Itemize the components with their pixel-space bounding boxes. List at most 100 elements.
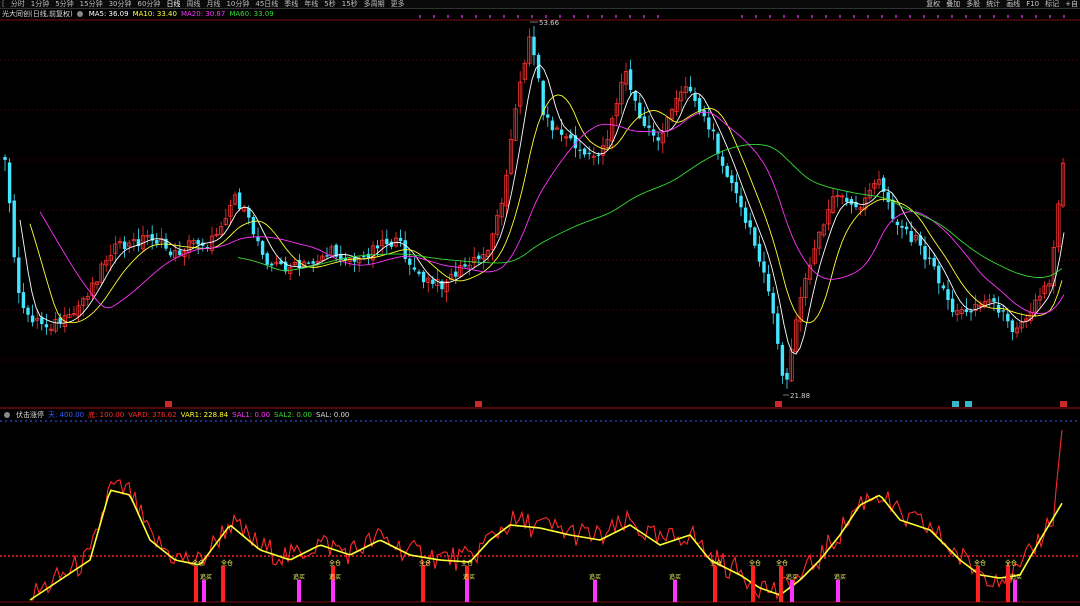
date-marker bbox=[952, 401, 959, 407]
candle-down bbox=[725, 165, 729, 177]
ma60-line bbox=[237, 143, 1063, 278]
candle-down bbox=[693, 93, 697, 102]
signal-label-full: 全仓 bbox=[221, 559, 233, 567]
candle-down bbox=[845, 197, 849, 203]
candle-down bbox=[578, 149, 582, 151]
full-position-bar bbox=[751, 566, 755, 602]
candle-down bbox=[785, 372, 789, 380]
candle-down bbox=[385, 238, 389, 245]
date-marker bbox=[965, 401, 972, 407]
chase-buy-bar bbox=[673, 580, 677, 602]
candle-down bbox=[256, 236, 260, 242]
candle-down bbox=[647, 125, 651, 128]
candle-down bbox=[720, 156, 725, 166]
candle-down bbox=[941, 285, 946, 289]
candle-down bbox=[964, 309, 969, 313]
candle-down bbox=[651, 129, 656, 136]
candle-down bbox=[122, 241, 127, 250]
candle-down bbox=[569, 134, 573, 139]
candle-down bbox=[711, 129, 716, 132]
candle-down bbox=[739, 195, 743, 208]
candle-down bbox=[375, 245, 380, 249]
candle-down bbox=[904, 226, 909, 230]
signal-label-chase: 追买 bbox=[1010, 573, 1022, 581]
full-position-bar bbox=[1006, 566, 1010, 602]
date-marker bbox=[165, 401, 172, 407]
candle-down bbox=[992, 298, 996, 302]
chase-buy-bar bbox=[790, 580, 794, 602]
candle-down bbox=[550, 120, 555, 131]
signal-label-full: 全仓 bbox=[329, 559, 341, 567]
candle-down bbox=[1010, 320, 1015, 333]
candle-down bbox=[628, 69, 633, 90]
candle-down bbox=[260, 241, 265, 255]
vard-line bbox=[30, 429, 1063, 601]
candle-down bbox=[463, 264, 467, 267]
chase-buy-bar bbox=[202, 580, 206, 602]
candle-down bbox=[937, 265, 941, 284]
candle-down bbox=[927, 257, 932, 259]
candle-down bbox=[923, 246, 927, 260]
var1-line bbox=[29, 489, 1063, 601]
candle-down bbox=[950, 298, 955, 313]
chase-buy-bar bbox=[1013, 580, 1017, 602]
low-label: 21.88 bbox=[790, 392, 810, 400]
signal-label-full: 全仓 bbox=[1005, 559, 1017, 567]
candle-down bbox=[412, 267, 417, 270]
candle-down bbox=[716, 133, 720, 154]
candle-down bbox=[546, 114, 550, 118]
signal-label-chase: 追买 bbox=[786, 573, 798, 581]
candle-down bbox=[702, 109, 706, 117]
candle-down bbox=[196, 240, 200, 245]
candle-down bbox=[559, 129, 564, 135]
chase-buy-bar bbox=[331, 580, 335, 602]
candle-down bbox=[408, 258, 412, 265]
candle-down bbox=[265, 253, 269, 265]
candle-down bbox=[325, 255, 329, 257]
kline-chart[interactable]: 53.66 21.88 全仓 全仓 全仓 全仓 全仓 全仓 全仓 全仓 全仓 全仓追买 追买 追买 追买 追… bbox=[0, 0, 1080, 606]
signal-label-full: 全仓 bbox=[974, 559, 986, 567]
chase-buy-bar bbox=[465, 580, 469, 602]
candle-down bbox=[909, 231, 913, 243]
candle-down bbox=[306, 262, 311, 264]
signal-label-chase: 追买 bbox=[329, 573, 341, 581]
candle-down bbox=[417, 271, 421, 274]
candle-down bbox=[753, 227, 757, 246]
candle-down bbox=[155, 240, 159, 244]
candle-down bbox=[178, 250, 182, 256]
signal-label-chase: 追买 bbox=[669, 573, 681, 581]
candle-down bbox=[776, 313, 780, 344]
candle-down bbox=[362, 256, 366, 258]
chase-buy-bar bbox=[836, 580, 840, 602]
candle-down bbox=[766, 273, 771, 292]
candle-down bbox=[44, 324, 49, 328]
candle-down bbox=[17, 257, 21, 293]
candle-down bbox=[596, 154, 601, 156]
candle-down bbox=[757, 243, 762, 262]
candle-down bbox=[398, 237, 403, 242]
candle-down bbox=[1006, 313, 1010, 322]
candle-down bbox=[421, 271, 426, 283]
candle-down bbox=[311, 261, 315, 264]
date-marker bbox=[475, 401, 482, 407]
date-marker bbox=[1060, 401, 1067, 407]
candle-down bbox=[748, 220, 752, 228]
candle-down bbox=[642, 116, 647, 126]
chase-buy-bar bbox=[297, 580, 301, 602]
candle-down bbox=[946, 289, 950, 301]
candle-down bbox=[454, 271, 458, 277]
candle-down bbox=[587, 152, 591, 155]
candle-down bbox=[633, 91, 637, 101]
candle-down bbox=[40, 317, 44, 324]
signal-label-full: 全仓 bbox=[710, 559, 722, 567]
full-position-bar bbox=[194, 566, 198, 602]
candle-down bbox=[969, 310, 973, 313]
signal-label-full: 全仓 bbox=[749, 559, 761, 567]
candle-down bbox=[168, 251, 173, 256]
candle-down bbox=[7, 162, 12, 204]
signal-label-chase: 追买 bbox=[834, 573, 846, 581]
candle-down bbox=[743, 207, 748, 223]
candle-down bbox=[1001, 310, 1005, 312]
candle-down bbox=[3, 157, 7, 160]
candle-down bbox=[270, 263, 274, 266]
